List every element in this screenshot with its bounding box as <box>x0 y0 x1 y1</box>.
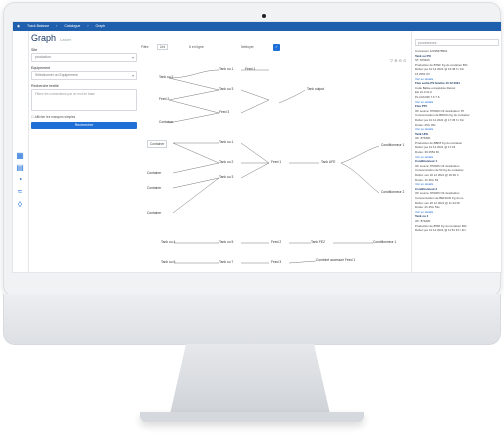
monitor-chin <box>3 294 501 345</box>
graph-node[interactable]: Conditionneur 2 <box>381 190 404 194</box>
graph-node[interactable]: Tank ou 7 <box>219 260 233 264</box>
search-textarea[interactable]: Filtrez les connections par un mot de ba… <box>31 89 137 111</box>
app-screen: ◉ Track Balance › Catalogue › Graph Grap… <box>12 21 502 273</box>
breadcrumb-3[interactable]: Graph <box>95 24 105 28</box>
page-title: Graph Laster <box>31 33 71 43</box>
graph-node[interactable]: Tank UFE <box>321 160 335 164</box>
right-search-input[interactable]: processeurs <box>415 39 499 46</box>
graph-node[interactable]: Combiné accessoir Feed 1 <box>316 258 355 262</box>
filter-label: Filtre <box>141 45 149 49</box>
graph-node[interactable]: Container <box>147 171 161 175</box>
equipment-label: Equipement <box>31 66 51 70</box>
camera-icon <box>262 14 266 18</box>
detail-line: Début: jeu 10 12 2021 @ 11:51 Kh / Fin <box>415 228 466 233</box>
search-button[interactable]: Rechercher <box>31 122 137 129</box>
monitor-base <box>140 412 364 422</box>
document-icon[interactable]: ▤ <box>16 164 24 172</box>
app-logo-icon: ◉ <box>17 24 21 28</box>
graph-toolbar: Filtre Uni 6 en ligne Nettoyer ✓ ▽ ⊕ ⊖ ⊙ <box>141 44 407 63</box>
site-label: Site <box>31 48 38 52</box>
graph-node[interactable]: Tank FE2 <box>311 240 325 244</box>
filters-panel: Site production Equipement Sélectionner … <box>31 44 137 129</box>
apply-icon[interactable]: ✓ <box>273 44 280 51</box>
monitor-stand <box>170 344 330 414</box>
layout-select[interactable]: 6 en ligne <box>189 45 204 49</box>
graph-node[interactable]: Container <box>147 186 161 190</box>
graph-node[interactable]: Container <box>159 120 173 124</box>
graph-node[interactable]: Tank ou 3 <box>219 87 233 91</box>
breadcrumb-1[interactable]: Track Balance <box>27 24 49 28</box>
simple-marks-checkbox[interactable]: ☐ Afficher les marques simples <box>31 115 137 119</box>
graph-node[interactable]: Tank ou 2 <box>219 160 233 164</box>
grid-icon[interactable]: ▦ <box>16 152 24 160</box>
graph-node[interactable]: Tank ou 2 <box>159 75 173 79</box>
water-drop-icon[interactable]: ◊ <box>16 201 24 209</box>
page-title-text: Graph <box>31 33 57 43</box>
site-select[interactable]: production <box>31 53 137 62</box>
details-list: Connexion 12345678901 Tank ou PO ST: 87640… <box>415 49 501 233</box>
graph-node[interactable]: Tank output <box>307 87 324 91</box>
graph-node[interactable]: Tank ou 4 <box>161 240 175 244</box>
graph-node[interactable]: Feed 1 <box>245 67 255 71</box>
graph-node[interactable]: Feed 1 <box>271 160 281 164</box>
graph-node[interactable]: Feed 3 <box>271 260 281 264</box>
top-bar: ◉ Track Balance › Catalogue › Graph <box>13 22 501 31</box>
graph-node[interactable]: Feed 2 <box>159 97 169 101</box>
graph-node[interactable]: Tank ou 1 <box>219 140 233 144</box>
clear-link[interactable]: Nettoyer <box>241 45 254 49</box>
graph-node[interactable]: Feed 3 <box>219 110 229 114</box>
unit-select[interactable]: Uni <box>157 44 169 50</box>
breadcrumb-sep: › <box>87 24 89 28</box>
checkbox-label: Afficher les marques simples <box>34 115 76 119</box>
graph-node[interactable]: Tank ou 6 <box>161 260 175 264</box>
graph-node[interactable]: Tank ou 3 <box>219 175 233 179</box>
pie-chart-icon[interactable]: ◔ <box>16 176 24 184</box>
chart-icon[interactable]: ≈ <box>16 188 24 196</box>
right-panel: processeurs Connexion 12345678901 Tank ou… <box>411 31 501 272</box>
search-label: Recherche textile <box>31 84 59 88</box>
breadcrumb-sep: › <box>56 24 58 28</box>
left-rail: ▦ ▤ ◔ ≈ ◊ <box>13 31 29 272</box>
equipment-select[interactable]: Sélectionner un Equipement <box>31 71 137 80</box>
graph-node[interactable]: Conditionneur 1 <box>373 240 396 244</box>
graph-node[interactable]: Container <box>147 140 168 148</box>
page-subtitle: Laster <box>60 37 72 42</box>
breadcrumb-2[interactable]: Catalogue <box>64 24 80 28</box>
graph-node[interactable]: Container <box>147 211 161 215</box>
graph-node[interactable]: Conditionneur 1 <box>381 143 404 147</box>
graph-node[interactable]: Tank ou 1 <box>219 67 233 71</box>
monitor-frame: ◉ Track Balance › Catalogue › Graph Grap… <box>3 2 502 297</box>
graph-area[interactable]: Tank ou 1 Tank ou 2 Tank ou 3 Feed 1 Fee… <box>141 58 407 272</box>
graph-node[interactable]: Feed 2 <box>271 240 281 244</box>
graph-node[interactable]: Tank ou 5 <box>219 240 233 244</box>
